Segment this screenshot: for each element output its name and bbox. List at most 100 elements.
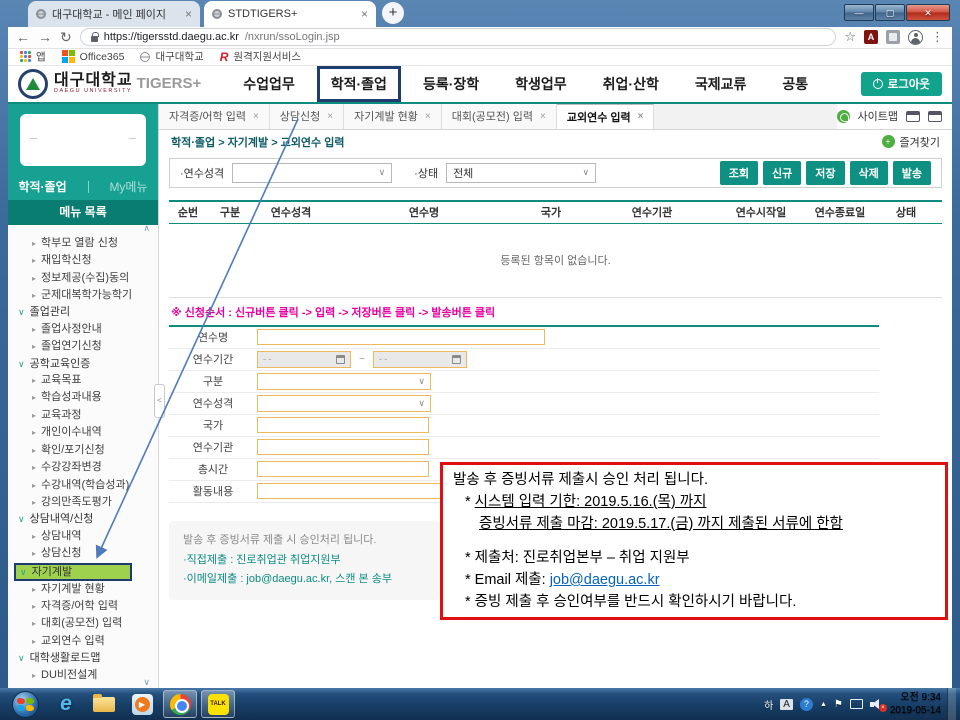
sidebar-item-off-campus-training[interactable]: 교외연수 입력: [14, 633, 154, 650]
training-type-form-select[interactable]: ∨: [257, 395, 431, 412]
institution-input[interactable]: [257, 439, 429, 455]
sidebar-item[interactable]: 학부모 열람 신청: [14, 235, 154, 252]
sidebar-item[interactable]: 교육목표: [14, 372, 154, 389]
maximize-button[interactable]: ▢: [875, 4, 905, 21]
new-tab-button[interactable]: +: [382, 2, 404, 24]
sidebar-item[interactable]: 수강강좌변경: [14, 459, 154, 476]
start-date-input[interactable]: - -: [257, 351, 351, 368]
menu-kebab-icon[interactable]: ⋮: [931, 29, 944, 45]
search-button[interactable]: 조회: [720, 161, 758, 185]
scroll-up-icon[interactable]: ∧: [143, 223, 150, 234]
tab-close-icon[interactable]: ×: [638, 111, 644, 122]
scroll-down-icon[interactable]: ∨: [143, 677, 150, 688]
taskbar-clock[interactable]: 오전 9:34 2019-05-14: [890, 691, 941, 717]
daegu-univ-bookmark[interactable]: 대구대학교: [140, 49, 203, 64]
email-link[interactable]: job@daegu.ac.kr: [550, 572, 660, 588]
save-button[interactable]: 저장: [806, 161, 844, 185]
kakaotalk-icon[interactable]: TALK: [201, 690, 235, 718]
logout-button[interactable]: 로그아웃: [861, 72, 942, 96]
office365-bookmark[interactable]: Office365: [62, 50, 125, 63]
sidebar-item[interactable]: 상담내역: [14, 528, 154, 545]
tab-close-icon[interactable]: ×: [361, 7, 368, 21]
workspace-tab[interactable]: 상담신청 ×: [270, 104, 344, 129]
address-bar[interactable]: https://tigersstd.daegu.ac.kr /nxrun/sso…: [80, 28, 837, 46]
file-explorer-icon[interactable]: [87, 690, 121, 718]
internet-explorer-icon[interactable]: e: [49, 690, 83, 718]
workspace-tab[interactable]: 자격증/어학 입력 ×: [159, 104, 270, 129]
close-button[interactable]: ✕: [906, 4, 950, 21]
popout-window-icon[interactable]: [906, 111, 920, 122]
ime-english-icon[interactable]: A: [780, 699, 793, 710]
total-hours-input[interactable]: [257, 461, 429, 477]
close-all-windows-icon[interactable]: [928, 111, 942, 122]
sidebar-group-self-development[interactable]: 자기계발: [14, 563, 132, 581]
nav-item-registration[interactable]: 등록·장학: [409, 66, 493, 102]
sidebar-item[interactable]: 개인이수내역: [14, 424, 154, 441]
forward-icon[interactable]: →: [38, 30, 52, 44]
university-logo[interactable]: 대구대학교 DAEGU UNIVERSITY: [54, 73, 133, 95]
chrome-icon[interactable]: [163, 690, 197, 718]
sidebar-item[interactable]: 대회(공모전) 입력: [14, 615, 154, 632]
sidebar-tab-records[interactable]: 학적·졸업: [18, 178, 66, 195]
sidebar-item[interactable]: DU비전설계: [14, 667, 154, 684]
sidebar-item[interactable]: 강의만족도평가: [14, 494, 154, 511]
tab-close-icon[interactable]: ×: [540, 111, 546, 122]
sidebar-item[interactable]: 확인/포기신청: [14, 442, 154, 459]
network-icon[interactable]: [850, 699, 863, 709]
sidebar-item[interactable]: 정보제공(수집)동의: [14, 270, 154, 287]
ime-korean-icon[interactable]: 하: [764, 697, 773, 712]
sidebar-item[interactable]: 교육과정: [14, 407, 154, 424]
new-button[interactable]: 신규: [763, 161, 801, 185]
sidebar-group[interactable]: 졸업관리: [14, 304, 154, 320]
tray-expand-icon[interactable]: ▲: [820, 701, 827, 708]
pdf-extension-icon[interactable]: A: [864, 30, 878, 44]
sidebar-group[interactable]: 상담내역/신청: [14, 511, 154, 527]
sidebar-item[interactable]: 군제대복학가능학기: [14, 287, 154, 304]
minimize-button[interactable]: —: [844, 4, 874, 21]
profile-avatar-icon[interactable]: [908, 30, 923, 45]
category-select[interactable]: ∨: [257, 373, 431, 390]
sidebar-item[interactable]: 수강내역(학습성과): [14, 477, 154, 494]
workspace-tab[interactable]: 자기계발 현황 ×: [344, 104, 442, 129]
back-icon[interactable]: ←: [16, 30, 30, 44]
sitemap-link[interactable]: 사이트맵: [858, 108, 898, 124]
sidebar-item[interactable]: 졸업사정안내: [14, 321, 154, 338]
calendar-icon[interactable]: [336, 355, 345, 364]
sidebar-item[interactable]: 학습성과내용: [14, 389, 154, 406]
country-input[interactable]: [257, 417, 429, 433]
calendar-icon[interactable]: [452, 355, 461, 364]
sidebar-collapse-handle[interactable]: <: [154, 384, 165, 418]
browser-tab-1[interactable]: 대구대학교 - 메인 페이지 ×: [28, 1, 200, 27]
end-date-input[interactable]: - -: [373, 351, 467, 368]
send-button[interactable]: 발송: [893, 161, 931, 185]
workspace-tab[interactable]: 대회(공모전) 입력 ×: [442, 104, 557, 129]
nav-item-classes[interactable]: 수업업무: [229, 66, 309, 102]
media-player-icon[interactable]: ▶: [125, 690, 159, 718]
sidebar-item[interactable]: 졸업연기신청: [14, 338, 154, 355]
sidebar-tab-mymenu[interactable]: My메뉴: [109, 178, 147, 195]
nav-item-records-graduation[interactable]: 학적·졸업: [317, 66, 401, 102]
sidebar-group[interactable]: 대학생활로드맵: [14, 650, 154, 666]
bookmark-star-icon[interactable]: ☆: [844, 29, 856, 45]
sidebar-item[interactable]: 재입학신청: [14, 252, 154, 269]
sidebar-item[interactable]: 자격증/어학 입력: [14, 598, 154, 615]
action-center-flag-icon[interactable]: ⚑: [834, 699, 843, 710]
sidebar-item[interactable]: 상담신청: [14, 545, 154, 562]
status-select[interactable]: 전체∨: [446, 163, 596, 183]
show-desktop-button[interactable]: [947, 688, 956, 720]
apps-bookmark[interactable]: 앱: [20, 49, 46, 64]
sidebar-group[interactable]: 공학교육인증: [14, 356, 154, 372]
nav-item-employment[interactable]: 취업·산학: [589, 66, 673, 102]
training-type-select[interactable]: ∨: [232, 163, 392, 183]
nav-item-international[interactable]: 국제교류: [681, 66, 761, 102]
sidebar-item[interactable]: 자기계발 현황: [14, 581, 154, 598]
help-tray-icon[interactable]: ?: [800, 698, 813, 711]
browser-tab-2[interactable]: STDTIGERS+ ×: [204, 1, 376, 27]
extension-icon[interactable]: [886, 30, 900, 44]
nav-item-common[interactable]: 공통: [768, 66, 822, 102]
tab-close-icon[interactable]: ×: [425, 111, 431, 122]
start-button[interactable]: [12, 691, 39, 718]
nav-item-student-affairs[interactable]: 학생업무: [501, 66, 581, 102]
tab-close-icon[interactable]: ×: [327, 111, 333, 122]
training-name-input[interactable]: [257, 329, 545, 345]
